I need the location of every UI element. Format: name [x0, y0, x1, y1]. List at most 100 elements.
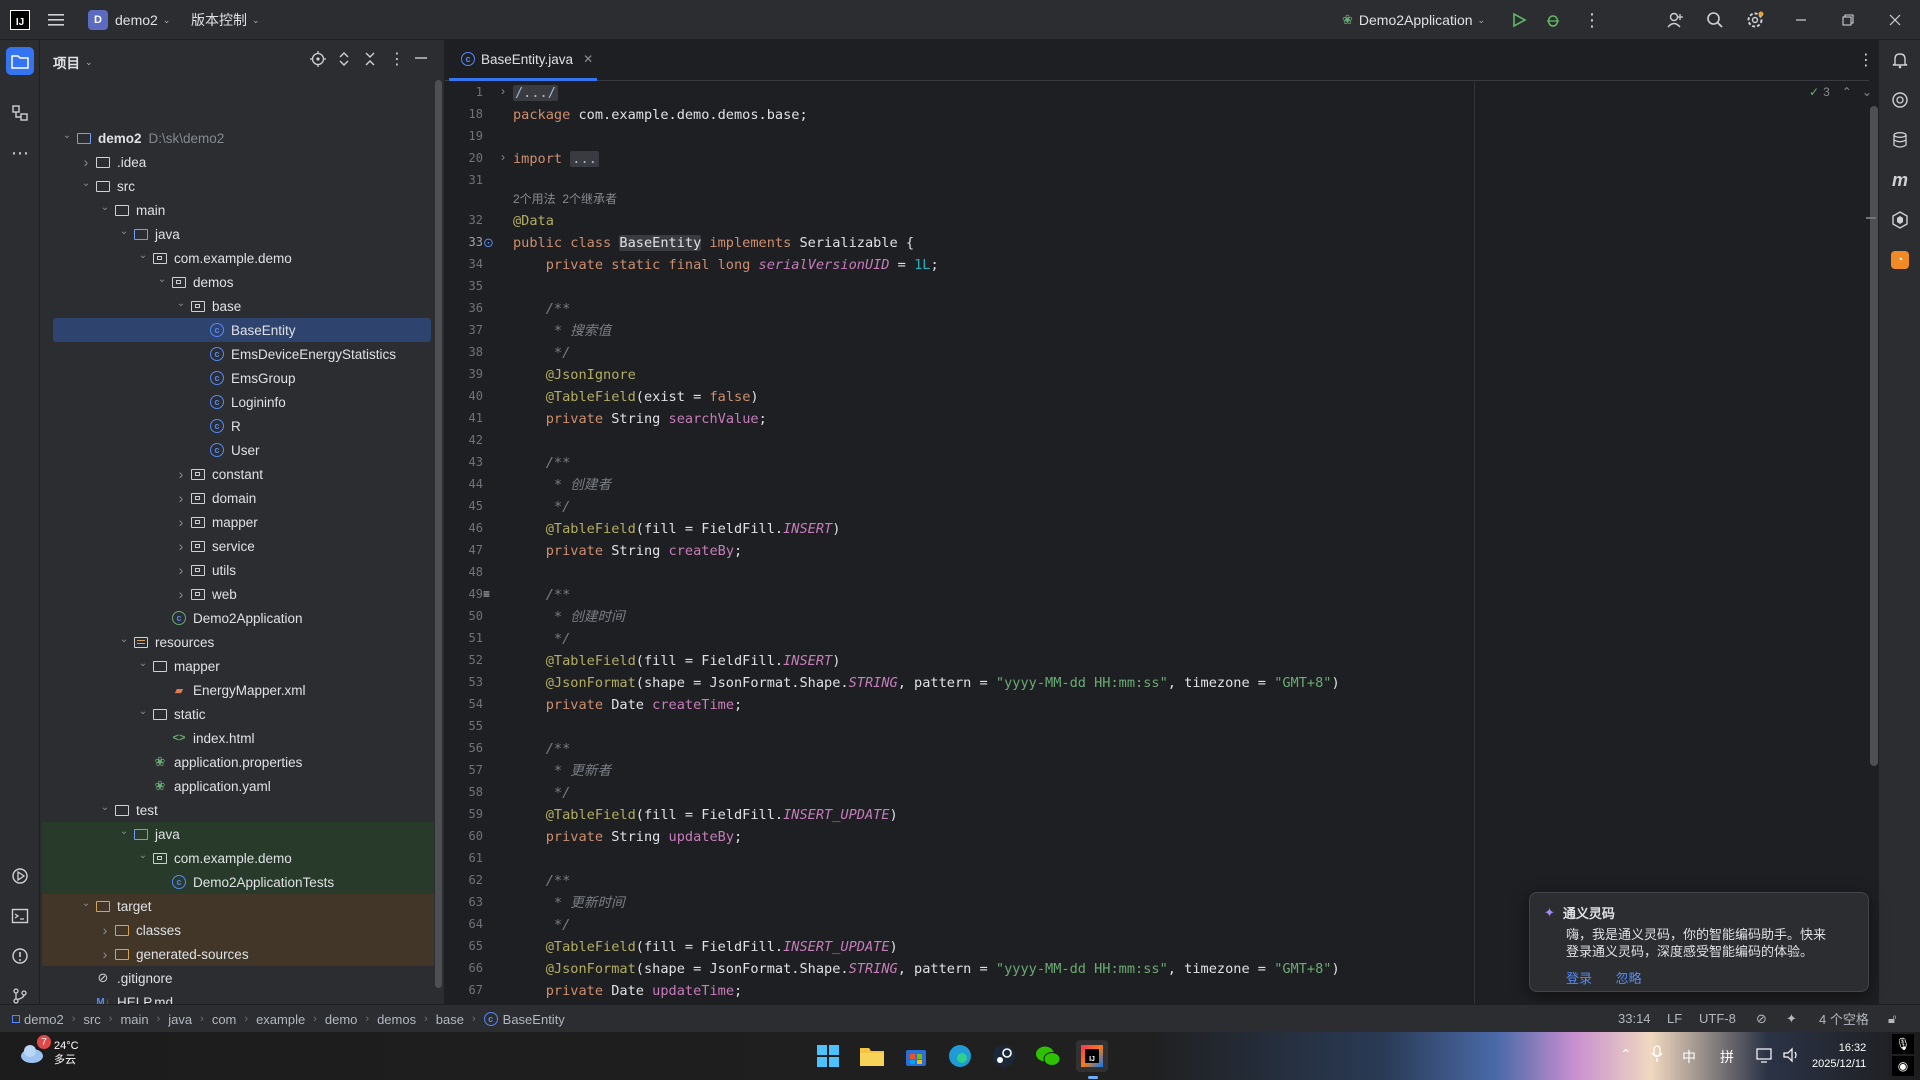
start-button[interactable] — [812, 1040, 844, 1072]
microphone-button[interactable] — [1650, 1045, 1664, 1066]
tree-item[interactable]: c EmsGroup — [42, 366, 434, 390]
restore-button[interactable] — [1842, 0, 1854, 40]
expand-arrow-icon[interactable]: ⌄ — [135, 850, 151, 861]
run-config-selector[interactable]: ❀ Demo2Application ⌄ — [1342, 0, 1485, 40]
hide-panel-button[interactable] — [414, 49, 428, 68]
expand-all-button[interactable] — [337, 51, 351, 70]
tree-item[interactable]: ⌄ com.example.demo — [42, 246, 434, 270]
expand-arrow-icon[interactable]: ⌄ — [78, 898, 94, 909]
settings-button[interactable] — [1745, 0, 1765, 40]
tree-item[interactable]: ⌄ demos — [42, 270, 434, 294]
collapse-arrow-icon[interactable]: › — [173, 538, 189, 554]
file-encoding[interactable]: UTF-8 — [1699, 1011, 1736, 1026]
tree-item[interactable]: c Demo2Application — [42, 606, 434, 630]
collapse-arrow-icon[interactable]: › — [173, 586, 189, 602]
tree-item[interactable]: ❀ application.yaml — [42, 774, 434, 798]
tree-item[interactable]: ⌄ target — [42, 894, 434, 918]
login-link[interactable]: 登录 — [1566, 971, 1592, 986]
tree-item[interactable]: ⌄ test — [42, 798, 434, 822]
tree-item[interactable]: › domain — [42, 486, 434, 510]
maven-button[interactable]: m — [1886, 166, 1914, 194]
notification-center-icon[interactable]: ◉ — [1892, 1056, 1914, 1076]
wechat-button[interactable] — [1032, 1040, 1064, 1072]
app-logo[interactable]: IJ — [10, 0, 30, 40]
notifications-button[interactable] — [1886, 46, 1914, 74]
implemented-gutter-icon[interactable]: ⊙ — [483, 235, 494, 251]
run-button[interactable] — [1511, 0, 1527, 40]
project-scrollbar[interactable] — [435, 80, 442, 988]
expand-arrow-icon[interactable]: ⌄ — [116, 826, 132, 837]
tree-item[interactable]: ⌄ java — [42, 822, 434, 846]
collapse-arrow-icon[interactable]: › — [173, 466, 189, 482]
panel-options-button[interactable]: ⋮ — [389, 49, 405, 69]
store-button[interactable] — [900, 1040, 932, 1072]
tree-item[interactable]: › mapper — [42, 510, 434, 534]
tree-item[interactable]: c BaseEntity — [53, 318, 431, 342]
close-window-button[interactable] — [1889, 0, 1901, 40]
expand-arrow-icon[interactable]: ⌄ — [116, 226, 132, 237]
tree-item[interactable]: ⌄ base — [42, 294, 434, 318]
expand-arrow-icon[interactable]: ⌄ — [135, 658, 151, 669]
debug-button[interactable] — [1545, 0, 1561, 40]
collapse-all-button[interactable] — [363, 51, 377, 70]
ime-name[interactable]: 拼 — [1720, 1047, 1734, 1067]
caret-position[interactable]: 33:14 — [1618, 1011, 1651, 1026]
close-tab-icon[interactable]: ✕ — [583, 52, 593, 66]
collapse-arrow-icon[interactable]: › — [173, 514, 189, 530]
editor-tab[interactable]: c BaseEntity.java ✕ — [449, 40, 597, 81]
tree-item[interactable]: ⌄ java — [42, 222, 434, 246]
tree-item[interactable]: ⌄ main — [42, 198, 434, 222]
tree-item[interactable]: ⌄ static — [42, 702, 434, 726]
code-token[interactable]: /.../ — [513, 85, 558, 101]
locate-button[interactable] — [310, 51, 326, 70]
plugin-button[interactable]: ◔ — [1886, 246, 1914, 274]
tree-item[interactable]: › utils — [42, 558, 434, 582]
project-switcher[interactable]: D demo2 ⌄ — [88, 0, 170, 40]
more-actions-button[interactable]: ⋮ — [1583, 0, 1601, 40]
usage-inlay-hint[interactable]: 2个用法 2个继承者 — [513, 189, 617, 209]
breadcrumb-item[interactable]: base — [436, 1012, 464, 1027]
more-tools-button[interactable]: ⋯ — [6, 139, 34, 167]
ime-mode[interactable]: 中 — [1682, 1047, 1696, 1067]
tree-item[interactable]: ⌄ resources — [42, 630, 434, 654]
collapse-arrow-icon[interactable]: › — [173, 562, 189, 578]
code-with-me-button[interactable] — [1666, 0, 1684, 40]
fold-arrow-icon[interactable]: › — [501, 84, 505, 98]
project-view-selector[interactable]: 项目 ⌄ — [53, 52, 93, 72]
vcs-menu[interactable]: 版本控制 ⌄ — [191, 0, 260, 40]
intellij-taskbar-button[interactable]: IJ — [1076, 1040, 1108, 1072]
tree-item[interactable]: ⊘ .gitignore — [42, 966, 434, 990]
tab-options-button[interactable]: ⋮ — [1858, 50, 1874, 70]
expand-arrow-icon[interactable]: ⌄ — [97, 802, 113, 813]
tree-item[interactable]: ⌄ demo2 D:\sk\demo2 — [42, 126, 434, 150]
tree-item[interactable]: <> index.html — [42, 726, 434, 750]
breadcrumb-item[interactable]: com — [212, 1012, 237, 1027]
expand-arrow-icon[interactable]: ⌄ — [116, 634, 132, 645]
chevron-up-icon[interactable]: ⌃ — [1842, 85, 1852, 99]
breadcrumb-item[interactable]: demos — [377, 1012, 416, 1027]
tongyi-status-icon[interactable]: ✦ — [1786, 1011, 1797, 1027]
code-token[interactable]: ... — [570, 151, 599, 167]
collapse-arrow-icon[interactable]: › — [97, 922, 113, 938]
file-explorer-button[interactable] — [856, 1040, 888, 1072]
show-hidden-icons-button[interactable]: ⌃ — [1620, 1046, 1632, 1063]
javadoc-toggle-icon[interactable]: ≡ — [483, 587, 490, 601]
breadcrumb-item[interactable]: demo — [325, 1012, 358, 1027]
expand-arrow-icon[interactable]: ⌄ — [59, 130, 75, 141]
inspection-widget[interactable]: ✓ 3 ⌃ ⌄ — [1809, 85, 1872, 99]
tree-item[interactable]: c User — [42, 438, 434, 462]
collapse-arrow-icon[interactable]: › — [97, 946, 113, 962]
tree-item[interactable]: cR — [42, 414, 434, 438]
volume-button[interactable] — [1782, 1047, 1800, 1066]
structure-tool-button[interactable] — [6, 99, 34, 127]
tree-item[interactable]: › web — [42, 582, 434, 606]
mic-overlay-icon[interactable]: 🎙︎ — [1892, 1034, 1914, 1054]
breadcrumb-item[interactable]: demo2 — [24, 1012, 64, 1027]
tree-item[interactable]: › constant — [42, 462, 434, 486]
ignore-link[interactable]: 忽略 — [1616, 971, 1642, 986]
expand-arrow-icon[interactable]: ⌄ — [135, 706, 151, 717]
terminal-tool-button[interactable] — [6, 902, 34, 930]
tree-item[interactable]: c EmsDeviceEnergyStatistics — [42, 342, 434, 366]
expand-arrow-icon[interactable]: ⌄ — [78, 178, 94, 189]
tree-item[interactable]: › service — [42, 534, 434, 558]
